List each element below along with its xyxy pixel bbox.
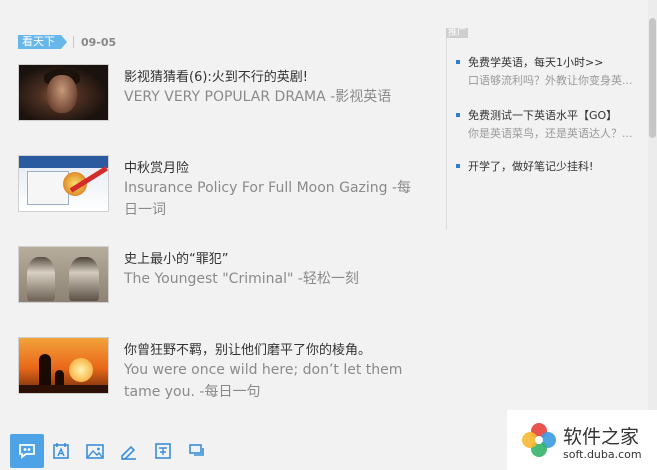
article-subtitle[interactable]: Insurance Policy For Full Moon Gazing -每…: [124, 177, 424, 221]
article-title[interactable]: 你曾狂野不羁，别让他们磨平了你的棱角。: [124, 339, 371, 358]
article-thumbnail[interactable]: [18, 64, 109, 121]
promo-subtitle[interactable]: 口语够流利吗？外教让你变身英...: [468, 72, 646, 88]
bottom-toolbar: [10, 434, 214, 468]
article-subtitle[interactable]: The Youngest "Criminal" -轻松一刻: [124, 268, 424, 290]
header-divider: [73, 36, 74, 48]
watermark-url: soft.duba.com: [563, 448, 642, 461]
article-thumbnail[interactable]: [18, 155, 109, 212]
bullet-icon: [456, 60, 460, 64]
bullet-icon: [456, 164, 460, 168]
ad-label: 推广: [446, 28, 469, 38]
scrollbar-thumb[interactable]: [649, 18, 656, 138]
article-title[interactable]: 史上最小的“罪犯”: [124, 248, 228, 267]
article-item[interactable]: 影视猜猜看(6):火到不行的英剧! VERY VERY POPULAR DRAM…: [18, 64, 428, 124]
watermark-name: 软件之家: [563, 426, 640, 448]
article-subtitle[interactable]: You were once wild here; don’t let them …: [124, 359, 424, 403]
article-title[interactable]: 中秋赏月险: [124, 157, 189, 176]
bullet-icon: [456, 113, 460, 117]
pinwheel-logo-icon: [522, 423, 556, 457]
article-thumbnail[interactable]: [18, 337, 109, 394]
promo-subtitle[interactable]: 你是英语菜鸟，还是英语达人？...: [468, 125, 646, 141]
image-word-icon[interactable]: [78, 434, 112, 468]
promo-title[interactable]: 开学了，做好笔记少挂科!: [468, 158, 593, 174]
feed-date: 09-05: [81, 35, 117, 49]
article-thumbnail[interactable]: [18, 246, 109, 303]
translate-icon[interactable]: [146, 434, 180, 468]
article-item[interactable]: 你曾狂野不羁，别让他们磨平了你的棱角。 You were once wild h…: [18, 337, 428, 400]
promo-title[interactable]: 免费测试一下英语水平【GO】: [468, 107, 617, 123]
calendar-word-icon[interactable]: [44, 434, 78, 468]
watermark: 软件之家 soft.duba.com: [507, 410, 657, 470]
article-item[interactable]: 史上最小的“罪犯” The Youngest "Criminal" -轻松一刻: [18, 246, 428, 306]
scrollbar[interactable]: [648, 0, 657, 470]
promo-title[interactable]: 免费学英语，每天1小时>>: [468, 54, 603, 70]
article-item[interactable]: 中秋赏月险 Insurance Policy For Full Moon Gaz…: [18, 155, 428, 218]
chat-icon[interactable]: [180, 434, 214, 468]
article-subtitle[interactable]: VERY VERY POPULAR DRAMA -影视英语: [124, 86, 424, 108]
article-title[interactable]: 影视猜猜看(6):火到不行的英剧!: [124, 66, 308, 85]
pen-icon[interactable]: [112, 434, 146, 468]
sidebar-divider: [446, 30, 447, 230]
feed-header: 看天下 09-05: [18, 35, 116, 49]
translate-home-icon[interactable]: [10, 434, 44, 468]
channel-tag[interactable]: 看天下: [18, 35, 67, 49]
